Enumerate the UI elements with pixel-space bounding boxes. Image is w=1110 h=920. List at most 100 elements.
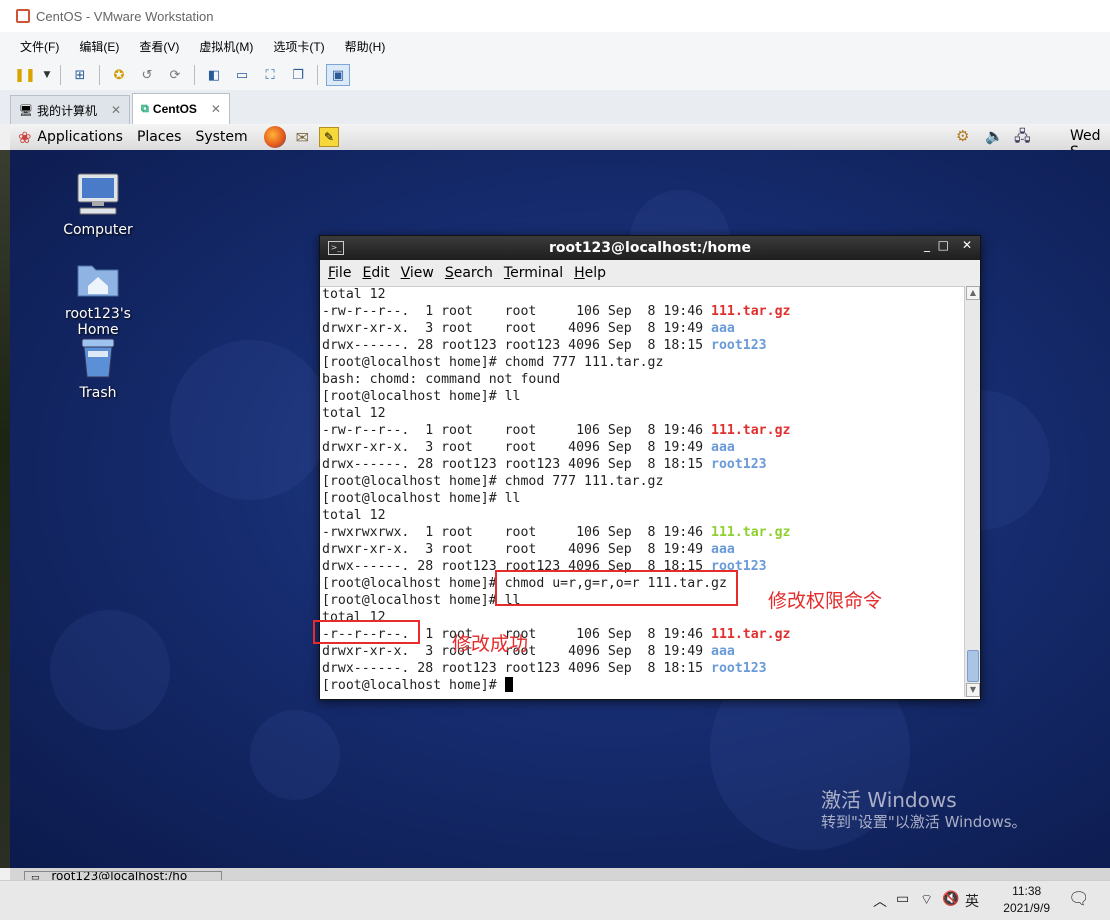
terminal-line-text: [root@localhost home]# ll xyxy=(322,593,521,608)
gnome-top-panel: ❀ Applications Places System ✉ ✎ ⚙ 🔈 🖧 W… xyxy=(10,124,1110,160)
file-name: aaa xyxy=(711,644,735,659)
close-icon[interactable]: ✕ xyxy=(962,238,972,252)
home-folder-icon xyxy=(74,254,122,302)
snapshot-icon[interactable]: ✪ xyxy=(108,65,130,85)
menu-search[interactable]: Search xyxy=(445,265,493,281)
terminal-cursor xyxy=(504,677,513,692)
tab-centos[interactable]: ⧉ CentOS ✕ xyxy=(132,93,230,124)
terminal-line: drwxr-xr-x. 3 root root 4096 Sep 8 19:49… xyxy=(322,320,962,337)
terminal-line-text: bash: chomd: command not found xyxy=(322,372,561,387)
volume-icon[interactable]: 🔈 xyxy=(985,127,1004,145)
ime-indicator[interactable]: 英 xyxy=(965,891,979,911)
vmware-toolbar: ❚❚ ▼ ⊞ ✪ ↺ ⟳ ◧ ▭ ⛶ ❐ ▣ xyxy=(0,60,1110,91)
toolbar-divider xyxy=(317,65,318,85)
desktop-icon-computer[interactable]: Computer xyxy=(43,170,153,238)
wifi-icon[interactable]: ⌔ xyxy=(920,891,933,909)
tab-label: CentOS xyxy=(152,102,197,116)
terminal-line: drwxr-xr-x. 3 root root 4096 Sep 8 19:49… xyxy=(322,541,962,558)
menu-terminal[interactable]: Terminal xyxy=(504,265,563,281)
menu-help[interactable]: Help xyxy=(574,265,606,281)
thumbnail-view-icon[interactable]: ▣ xyxy=(326,64,350,86)
menu-view[interactable]: 查看(V) xyxy=(131,38,187,55)
menu-file[interactable]: File xyxy=(328,265,351,281)
terminal-line-text: -rwxrwxrwx. 1 root root 106 Sep 8 19:46 xyxy=(322,525,712,540)
scrollbar-thumb[interactable] xyxy=(967,650,979,682)
chevron-down-icon[interactable]: ▼ xyxy=(42,65,52,85)
unity-icon[interactable]: ❐ xyxy=(287,65,309,85)
terminal-line: [root@localhost home]# chomd 777 111.tar… xyxy=(322,354,962,371)
terminal-line-text: [root@localhost home]# xyxy=(322,678,505,693)
panel-menu-places[interactable]: Places xyxy=(137,129,182,145)
close-icon[interactable]: ✕ xyxy=(111,103,121,117)
toolbar-divider xyxy=(60,65,61,85)
tab-label: 我的计算机 xyxy=(36,103,97,118)
maximize-icon[interactable]: □ xyxy=(938,238,949,252)
terminal-line-text: total 12 xyxy=(322,287,386,302)
annotation-box-command xyxy=(495,570,738,606)
terminal-line: drwx------. 28 root123 root123 4096 Sep … xyxy=(322,337,962,354)
terminal-line: bash: chomd: command not found xyxy=(322,371,962,388)
menu-edit[interactable]: 编辑(E) xyxy=(71,38,127,55)
scroll-up-icon[interactable]: ▲ xyxy=(966,286,980,300)
terminal-line-text: drwx------. 28 root123 root123 4096 Sep … xyxy=(322,457,712,472)
terminal-line-text: drwxr-xr-x. 3 root root 4096 Sep 8 19:49 xyxy=(322,440,712,455)
tab-my-computer[interactable]: 🖥 我的计算机 ✕ xyxy=(10,95,131,124)
vm-icon: ⧉ xyxy=(141,102,149,115)
vmware-menubar: 文件(F) 编辑(E) 查看(V) 虚拟机(M) 选项卡(T) 帮助(H) xyxy=(0,32,1110,60)
terminal-title: root123@localhost:/home xyxy=(548,240,751,256)
terminal-line: drwx------. 28 root123 root123 4096 Sep … xyxy=(322,660,962,677)
computer-icon: 🖥 xyxy=(19,104,33,117)
annotation-command-note: 修改权限命令 xyxy=(768,590,883,612)
terminal-line: [root@localhost home]# ll xyxy=(322,490,962,507)
panel-menu-system[interactable]: System xyxy=(195,129,247,145)
desktop-icon-trash[interactable]: Trash xyxy=(43,333,153,401)
computer-icon xyxy=(74,170,122,218)
scroll-down-icon[interactable]: ▼ xyxy=(966,683,980,697)
notification-icon[interactable]: 🗨 xyxy=(1068,889,1090,909)
menu-file[interactable]: 文件(F) xyxy=(12,38,67,55)
terminal-icon: >_ xyxy=(328,241,344,255)
terminal-line-text: -rw-r--r--. 1 root root 106 Sep 8 19:46 xyxy=(322,304,712,319)
network-status-icon[interactable]: 🖧 xyxy=(1014,126,1031,151)
sidebar-view-icon[interactable]: ◧ xyxy=(203,65,225,85)
panel-menu-applications[interactable]: Applications xyxy=(37,129,123,145)
menu-vm[interactable]: 虚拟机(M) xyxy=(191,38,261,55)
battery-icon[interactable]: ▭ xyxy=(896,891,909,907)
desktop-icon-home[interactable]: root123's Home xyxy=(43,254,153,338)
gnome-foot-icon: ❀ xyxy=(18,127,32,147)
terminal-line: drwxr-xr-x. 3 root root 4096 Sep 8 19:49… xyxy=(322,439,962,456)
annotation-success-note: 修改成功 xyxy=(452,633,529,655)
network-icon[interactable]: ⊞ xyxy=(69,65,91,85)
notes-icon[interactable]: ✎ xyxy=(319,127,340,147)
terminal-scrollbar[interactable]: ▲ ▼ xyxy=(964,286,980,697)
menu-edit[interactable]: Edit xyxy=(362,265,389,281)
menu-help[interactable]: 帮助(H) xyxy=(337,38,394,55)
file-name: 111.tar.gz xyxy=(711,627,791,642)
revert-snapshot-icon[interactable]: ↺ xyxy=(136,65,158,85)
terminal-line-text: total 12 xyxy=(322,508,386,523)
terminal-line-text: total 12 xyxy=(322,406,386,421)
file-name: root123 xyxy=(711,338,767,353)
terminal-line: [root@localhost home]# chmod 777 111.tar… xyxy=(322,473,962,490)
fullscreen-icon[interactable]: ⛶ xyxy=(259,65,281,85)
update-icon[interactable]: ⚙ xyxy=(956,127,969,145)
mail-icon[interactable]: ✉ xyxy=(296,128,309,147)
snapshot-manager-icon[interactable]: ⟳ xyxy=(164,65,186,85)
trash-icon xyxy=(74,333,122,381)
console-view-icon[interactable]: ▭ xyxy=(231,65,253,85)
terminal-line-text: drwx------. 28 root123 root123 4096 Sep … xyxy=(322,661,712,676)
speaker-muted-icon[interactable]: 🔇 xyxy=(942,891,959,907)
taskbar-clock[interactable]: 11:38 2021/9/9 xyxy=(1003,883,1050,917)
terminal-titlebar[interactable]: >_ root123@localhost:/home _ □ ✕ xyxy=(320,236,980,260)
show-hidden-icons-icon[interactable]: ︿ xyxy=(873,891,887,911)
clock-time: 11:38 xyxy=(1012,884,1042,898)
minimize-icon[interactable]: _ xyxy=(924,238,930,252)
pause-icon[interactable]: ❚❚ xyxy=(14,65,36,85)
firefox-icon[interactable] xyxy=(263,126,286,148)
menu-tabs[interactable]: 选项卡(T) xyxy=(265,38,332,55)
terminal-line-text: [root@localhost home]# chmod 777 111.tar… xyxy=(322,474,664,489)
close-icon[interactable]: ✕ xyxy=(211,102,221,116)
terminal-line: [root@localhost home]# ll xyxy=(322,388,962,405)
file-name: aaa xyxy=(711,321,735,336)
menu-view[interactable]: View xyxy=(401,265,434,281)
